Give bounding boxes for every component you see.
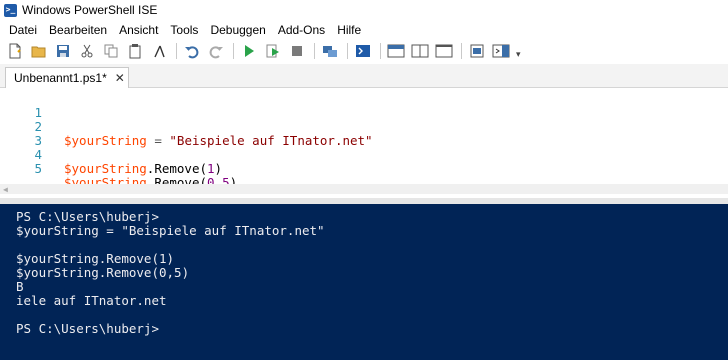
stop-icon xyxy=(292,46,302,56)
menu-bearbeiten[interactable]: Bearbeiten xyxy=(43,20,113,40)
title-bar: >_ Windows PowerShell ISE xyxy=(0,0,728,20)
menu-add-ons[interactable]: Add-Ons xyxy=(272,20,331,40)
toolbar-separator xyxy=(176,43,177,59)
redo-button[interactable] xyxy=(205,41,227,61)
editor-line: 5 $yourString.Remove(0,5) xyxy=(0,148,237,190)
toolbar-separator xyxy=(314,43,315,59)
undo-button[interactable] xyxy=(181,41,203,61)
number-token: 1 xyxy=(207,161,215,176)
menu-tools[interactable]: Tools xyxy=(164,20,204,40)
editor-line: 4 $yourString.Remove(1) xyxy=(0,134,222,176)
show-console-button[interactable] xyxy=(490,41,512,61)
close-icon[interactable]: ✕ xyxy=(115,71,125,85)
toolbar-separator xyxy=(461,43,462,59)
console-line: $yourString = "Beispiele auf ITnator.net… xyxy=(16,223,325,238)
copy-button[interactable] xyxy=(100,41,122,61)
menu-datei[interactable]: Datei xyxy=(3,20,43,40)
paste-button[interactable] xyxy=(124,41,146,61)
script-pane-top-icon xyxy=(387,44,405,58)
show-console-icon xyxy=(492,44,510,58)
method-token: .Remove( xyxy=(146,161,208,176)
open-button[interactable] xyxy=(28,41,50,61)
code-line: $yourString.Remove(1) xyxy=(64,162,222,176)
powershell-console-button[interactable] xyxy=(352,41,374,61)
run-icon xyxy=(245,45,254,57)
menu-debuggen[interactable]: Debuggen xyxy=(204,20,271,40)
run-button[interactable] xyxy=(238,41,260,61)
tab-label: Unbenannt1.ps1* xyxy=(14,71,107,85)
editor-line: 2 $yourString = "Beispiele auf ITnator.n… xyxy=(0,106,372,148)
operator-token: = xyxy=(154,133,162,148)
console-line: PS C:\Users\huberj> xyxy=(16,321,159,336)
command-window-button[interactable] xyxy=(466,41,488,61)
toolbar-separator xyxy=(380,43,381,59)
menu-bar: Datei Bearbeiten Ansicht Tools Debuggen … xyxy=(0,20,728,40)
run-selection-button[interactable] xyxy=(262,41,284,61)
paste-icon xyxy=(129,44,141,59)
line-number: 5 xyxy=(34,161,42,176)
editor-line: 1 xyxy=(0,92,42,120)
open-folder-icon xyxy=(31,46,46,58)
variable-token: $yourString xyxy=(64,161,147,176)
stop-button[interactable] xyxy=(286,41,308,61)
command-window-icon xyxy=(470,44,484,58)
horizontal-scrollbar[interactable]: ◀ xyxy=(0,184,728,194)
code-line: $yourString = "Beispiele auf ITnator.net… xyxy=(64,134,373,148)
new-file-icon xyxy=(9,43,21,59)
redo-icon xyxy=(209,46,223,59)
console-line: B xyxy=(16,279,24,294)
tab-strip: Unbenannt1.ps1* ✕ xyxy=(0,64,728,88)
powershell-icon: >_ xyxy=(4,3,17,17)
clear-icon xyxy=(154,45,165,58)
string-token: "Beispiele auf ITnator.net" xyxy=(169,133,373,148)
remote-icon xyxy=(323,46,337,57)
script-editor[interactable]: 1 2 $yourString = "Beispiele auf ITnator… xyxy=(0,88,728,196)
clear-button[interactable] xyxy=(148,41,170,61)
script-pane-max-icon xyxy=(435,44,453,58)
powershell-icon xyxy=(356,45,370,57)
editor-line: 3 xyxy=(0,120,42,148)
undo-icon xyxy=(185,46,199,59)
menu-ansicht[interactable]: Ansicht xyxy=(113,20,164,40)
save-icon xyxy=(57,45,69,57)
console-line: $yourString.Remove(0,5) xyxy=(16,265,190,280)
scroll-left-icon[interactable]: ◀ xyxy=(3,185,8,194)
toolbar-separator xyxy=(347,43,348,59)
console-line: PS C:\Users\huberj> xyxy=(16,209,159,224)
script-pane-max-button[interactable] xyxy=(433,41,455,61)
new-file-button[interactable] xyxy=(4,41,26,61)
script-pane-right-icon xyxy=(411,44,429,58)
paren-token: ) xyxy=(214,161,223,176)
menu-hilfe[interactable]: Hilfe xyxy=(331,20,367,40)
run-selection-icon xyxy=(266,44,279,58)
copy-icon xyxy=(104,44,118,58)
variable-token: $yourString xyxy=(64,133,147,148)
toolbar: ▾ xyxy=(0,40,728,62)
console-line: iele auf ITnator.net xyxy=(16,293,167,308)
script-pane-right-button[interactable] xyxy=(409,41,431,61)
cut-button[interactable] xyxy=(76,41,98,61)
toolbar-overflow-icon[interactable]: ▾ xyxy=(516,49,521,60)
toolbar-separator xyxy=(233,43,234,59)
tab-unbenannt1[interactable]: Unbenannt1.ps1* ✕ xyxy=(5,67,129,88)
script-pane-top-button[interactable] xyxy=(385,41,407,61)
cut-icon xyxy=(81,44,93,58)
console-pane[interactable]: PS C:\Users\huberj> $yourString = "Beisp… xyxy=(0,204,728,360)
remote-button[interactable] xyxy=(319,41,341,61)
window-title: Windows PowerShell ISE xyxy=(22,3,158,17)
console-line: $yourString.Remove(1) xyxy=(16,251,175,266)
save-button[interactable] xyxy=(52,41,74,61)
